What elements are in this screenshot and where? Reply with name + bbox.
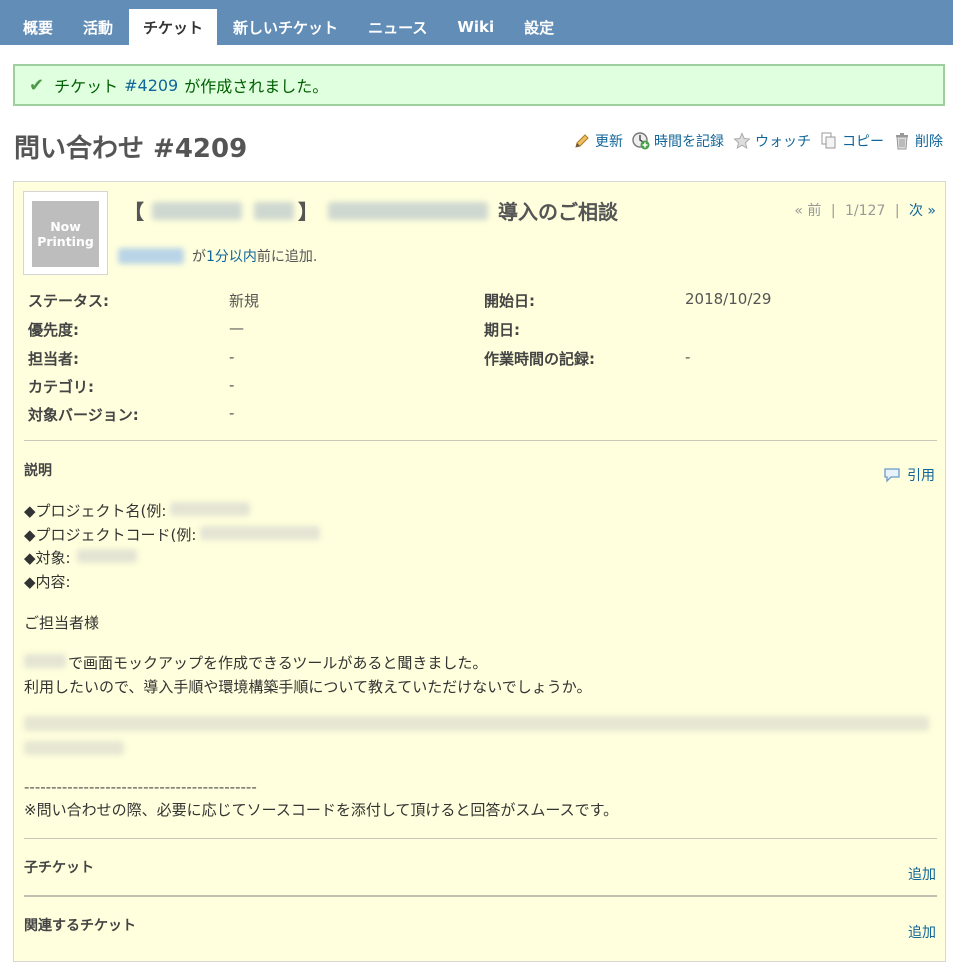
- checkmark-icon: ✔: [29, 74, 45, 96]
- version-label: 対象バージョン:: [28, 406, 139, 424]
- edit-button[interactable]: 更新: [573, 131, 623, 151]
- flash-prefix: チケット: [54, 77, 119, 96]
- redacted-subject-2: [254, 201, 294, 220]
- desc-note: ※問い合わせの際、必要に応じてソースコードを添付して頂けると回答がスムースです。: [24, 801, 619, 819]
- issue-position: 1/127: [845, 203, 886, 219]
- priority-value: —: [229, 319, 244, 337]
- category-value: -: [229, 376, 235, 394]
- divider: [24, 895, 937, 897]
- main-menu: 概要 活動 チケット 新しいチケット ニュース Wiki 設定: [0, 0, 953, 45]
- quote-label: 引用: [907, 468, 935, 484]
- status-label: ステータス:: [28, 292, 109, 310]
- desc-body-2: 利用したいので、導入手順や環境構築手順について教えていただけないでしょうか。: [24, 678, 592, 696]
- version-value: -: [229, 404, 235, 422]
- copy-button[interactable]: コピー: [820, 131, 884, 151]
- status-value: 新規: [229, 292, 260, 310]
- assignee-label: 担当者:: [28, 350, 79, 368]
- next-issue-link[interactable]: 次 »: [909, 203, 936, 219]
- edit-label: 更新: [595, 134, 623, 150]
- assignee-value: -: [229, 348, 235, 366]
- start-date-label: 開始日:: [484, 292, 535, 310]
- add-subtask-link[interactable]: 追加: [908, 864, 936, 884]
- contextual-actions: 更新 時間を記録 ウォッチ コピー 削除: [564, 131, 943, 151]
- watch-button[interactable]: ウォッチ: [733, 131, 811, 151]
- issue-navigation: « 前 | 1/127 | 次 »: [794, 203, 936, 219]
- divider: [24, 440, 937, 441]
- subject-open-bracket: 【: [124, 200, 144, 224]
- redacted-paragraph-line-2: [24, 741, 124, 755]
- tab-news[interactable]: ニュース: [354, 9, 441, 45]
- flash-notice: ✔ チケット #4209 が作成されました。: [13, 64, 945, 106]
- tab-issues[interactable]: チケット: [129, 9, 218, 45]
- tab-list: 概要 活動 チケット 新しいチケット ニュース Wiki 設定: [9, 9, 570, 45]
- log-time-label: 時間を記録: [654, 134, 724, 150]
- divider: [24, 838, 937, 839]
- desc-dashes: ----------------------------------------…: [24, 778, 257, 796]
- page-title: 問い合わせ #4209: [14, 134, 248, 164]
- pencil-icon: [573, 132, 591, 150]
- watch-label: ウォッチ: [755, 134, 811, 150]
- description-title: 説明: [24, 463, 52, 479]
- start-date-value: 2018/10/29: [685, 290, 772, 308]
- redacted-subject-1: [152, 201, 242, 220]
- star-icon: [733, 132, 751, 150]
- avatar-text-1: Now: [50, 219, 81, 234]
- avatar-placeholder: Now Printing: [32, 201, 99, 267]
- prev-issue-link[interactable]: « 前: [794, 203, 821, 219]
- tab-activity[interactable]: 活動: [69, 9, 127, 45]
- issue-details: Now Printing 【 】 導入のご相談 « 前 | 1/127 | 次 …: [13, 181, 946, 962]
- copy-icon: [820, 132, 838, 150]
- clock-add-icon: [632, 132, 650, 150]
- spent-time-value: -: [685, 348, 691, 366]
- desc-line-project-code: ◆プロジェクトコード(例:: [24, 524, 321, 545]
- redacted-paragraph-line-1: [24, 716, 929, 731]
- desc-line-project-name: ◆プロジェクト名(例:: [24, 500, 251, 521]
- delete-label: 削除: [915, 134, 943, 150]
- priority-label: 優先度:: [28, 321, 79, 339]
- copy-label: コピー: [842, 134, 884, 150]
- added-time-link[interactable]: 1分以内: [206, 246, 257, 266]
- subject-tail: 導入のご相談: [498, 200, 618, 224]
- issue-author-line: が 1分以内 前に追加.: [118, 246, 317, 266]
- spent-time-label: 作業時間の記録:: [484, 350, 595, 368]
- relations-title: 関連するチケット: [24, 918, 136, 934]
- delete-button[interactable]: 削除: [893, 131, 943, 151]
- log-time-button[interactable]: 時間を記録: [632, 131, 724, 151]
- flash-issue-link[interactable]: #4209: [124, 76, 178, 95]
- tab-overview[interactable]: 概要: [9, 9, 67, 45]
- issue-subject: 【 】 導入のご相談: [124, 196, 618, 225]
- desc-line-content: ◆内容:: [24, 573, 71, 591]
- desc-body-1: で画面モックアップを作成できるツールがあると聞きました。: [24, 652, 487, 673]
- subtasks-title: 子チケット: [24, 860, 94, 876]
- trash-icon: [893, 132, 911, 150]
- author-suffix: 前に追加.: [256, 249, 318, 265]
- avatar-text-2: Printing: [37, 234, 94, 249]
- redacted-subject-3: [328, 201, 488, 220]
- desc-greeting: ご担当者様: [24, 614, 100, 632]
- tab-new-issue[interactable]: 新しいチケット: [219, 9, 352, 45]
- desc-line-target: ◆対象:: [24, 547, 137, 568]
- tab-wiki[interactable]: Wiki: [443, 9, 508, 45]
- avatar: Now Printing: [23, 191, 108, 275]
- author-prefix: が: [192, 249, 206, 265]
- tab-settings[interactable]: 設定: [510, 9, 568, 45]
- add-relation-link[interactable]: 追加: [908, 922, 936, 942]
- category-label: カテゴリ:: [28, 378, 94, 396]
- flash-suffix: が作成されました。: [184, 77, 329, 96]
- due-date-label: 期日:: [484, 321, 520, 339]
- quote-button[interactable]: 引用: [883, 465, 935, 485]
- subject-close-bracket: 】: [298, 200, 318, 224]
- speech-bubble-icon: [883, 467, 901, 483]
- redacted-author: [118, 248, 184, 264]
